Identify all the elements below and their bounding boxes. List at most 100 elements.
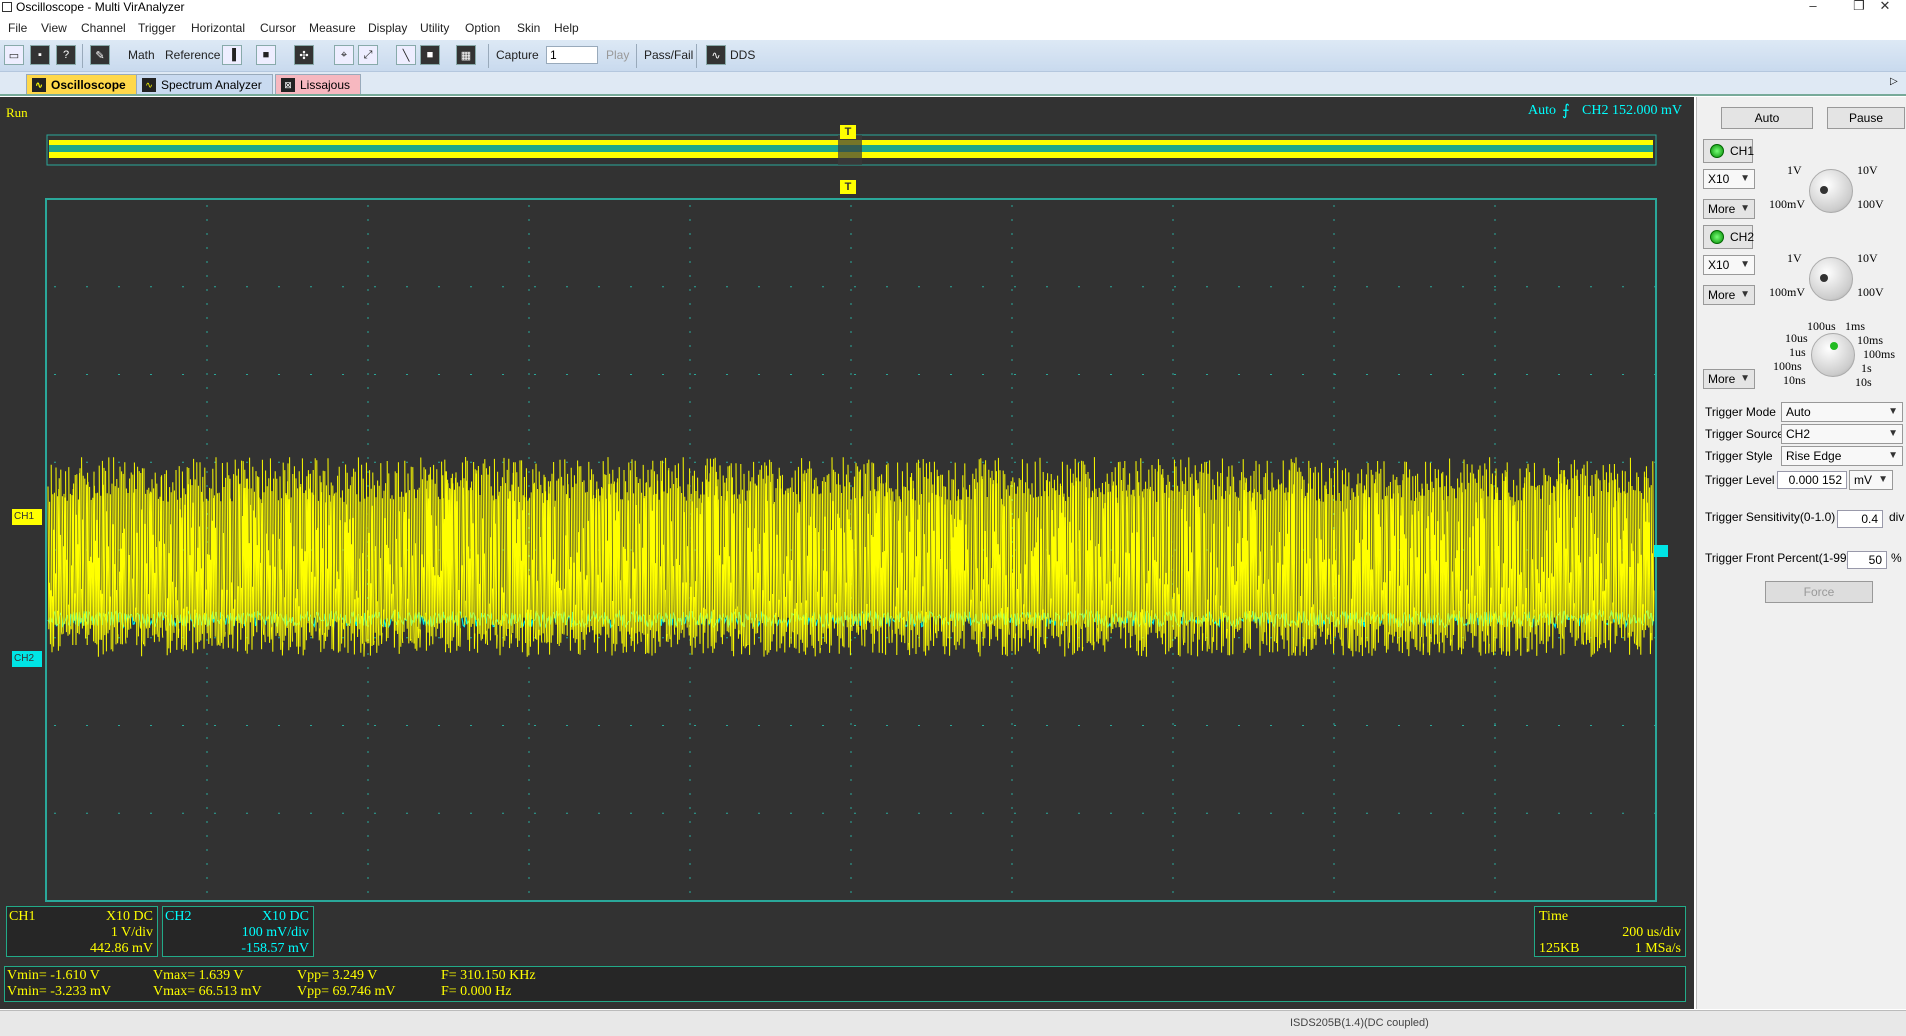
ch1-enable-button[interactable]: CH1 bbox=[1703, 139, 1754, 163]
menu-option[interactable]: Option bbox=[465, 21, 500, 35]
grid-dot bbox=[1622, 461, 1624, 463]
grid-dot bbox=[206, 779, 208, 781]
grid-dot bbox=[790, 374, 792, 375]
time-base-knob[interactable] bbox=[1811, 333, 1855, 377]
ch2-enable-button[interactable]: CH2 bbox=[1703, 225, 1754, 249]
trigger-level-input[interactable]: 0.000 152 bbox=[1777, 471, 1847, 489]
passfail-button[interactable]: Pass/Fail bbox=[644, 48, 693, 62]
trigger-position-marker[interactable]: T bbox=[840, 180, 856, 194]
grid-dot bbox=[1142, 286, 1144, 288]
help-icon[interactable]: ? bbox=[56, 45, 76, 65]
dds-icon[interactable]: ∿ bbox=[706, 45, 726, 65]
line-draw-icon[interactable]: ╲ bbox=[396, 45, 416, 65]
cursor-icon[interactable]: ⌖ bbox=[334, 45, 354, 65]
record-stop-icon[interactable]: ■ bbox=[420, 45, 440, 65]
stop-icon[interactable]: ■ bbox=[256, 45, 276, 65]
auto-button[interactable]: Auto bbox=[1721, 107, 1813, 129]
tab-scroll-right-icon[interactable]: ▷ bbox=[1890, 76, 1898, 87]
ch2-info-probe: X10 DC bbox=[261, 909, 309, 924]
time-more-button[interactable]: More ▼ bbox=[1703, 369, 1755, 389]
trigger-level-marker[interactable] bbox=[1654, 545, 1668, 557]
ch1-more-button[interactable]: More ▼ bbox=[1703, 199, 1755, 219]
reference-button[interactable]: Reference bbox=[165, 48, 220, 62]
menu-skin[interactable]: Skin bbox=[517, 21, 540, 35]
grid-dot bbox=[1494, 457, 1496, 459]
grid-dot bbox=[850, 765, 852, 767]
time-knob-label-1ms: 1ms bbox=[1845, 319, 1866, 333]
menu-trigger[interactable]: Trigger bbox=[138, 21, 176, 35]
pause-button[interactable]: Pause bbox=[1827, 107, 1905, 129]
grid-dot bbox=[1011, 373, 1013, 375]
grid-dot bbox=[1206, 286, 1208, 288]
menu-file[interactable]: File bbox=[8, 21, 27, 35]
dds-button[interactable]: DDS bbox=[730, 48, 755, 62]
single-icon[interactable]: ▐ bbox=[222, 45, 242, 65]
menu-measure[interactable]: Measure bbox=[309, 21, 356, 35]
color-icon[interactable]: ▦ bbox=[456, 45, 476, 65]
minimize-button[interactable]: – bbox=[1790, 0, 1836, 16]
trigger-front-input[interactable]: 50 bbox=[1847, 551, 1887, 569]
time-info-label: Time bbox=[1539, 909, 1569, 924]
tab-spectrum-analyzer[interactable]: ∿ Spectrum Analyzer bbox=[136, 74, 273, 94]
grid-dot bbox=[982, 725, 984, 726]
menu-help[interactable]: Help bbox=[554, 21, 579, 35]
grid-dot bbox=[790, 461, 792, 463]
grid-dot bbox=[1333, 317, 1335, 319]
tab-lissajous[interactable]: ⊠ Lissajous bbox=[275, 74, 362, 94]
menu-channel[interactable]: Channel bbox=[81, 21, 126, 35]
grid-dot bbox=[374, 286, 376, 288]
close-button[interactable]: ✕ bbox=[1862, 0, 1906, 16]
tool-icon[interactable]: ✎ bbox=[90, 45, 110, 65]
grid-dot bbox=[86, 725, 88, 726]
menu-view[interactable]: View bbox=[41, 21, 67, 35]
ch2-volts-knob[interactable] bbox=[1809, 257, 1853, 301]
ch2-probe-select[interactable]: X10 ▼ bbox=[1703, 255, 1755, 275]
tab-oscilloscope[interactable]: ∿ Oscilloscope bbox=[26, 74, 137, 94]
trigger-style-select[interactable]: Rise Edge ▼ bbox=[1781, 446, 1903, 466]
auto-set-icon[interactable]: ✣ bbox=[294, 45, 314, 65]
grid-dot bbox=[1172, 471, 1174, 473]
menu-display[interactable]: Display bbox=[368, 21, 407, 35]
waveform-canvas[interactable] bbox=[0, 97, 1694, 905]
grid-dot bbox=[1558, 374, 1560, 375]
trigger-source-select[interactable]: CH2 ▼ bbox=[1781, 424, 1903, 444]
grid-dot bbox=[1462, 725, 1464, 726]
grid-dot bbox=[367, 779, 369, 781]
play-button[interactable]: Play bbox=[606, 48, 629, 62]
grid-dot bbox=[374, 812, 376, 814]
grid-dot bbox=[758, 374, 760, 375]
grid-dot bbox=[1014, 461, 1016, 463]
menu-cursor[interactable]: Cursor bbox=[260, 21, 296, 35]
ch1-probe-select[interactable]: X10 ▼ bbox=[1703, 169, 1755, 189]
trigger-mode-label: Trigger Mode bbox=[1705, 405, 1776, 419]
ch1-volts-knob[interactable] bbox=[1809, 169, 1853, 213]
zoom-icon[interactable]: ⤢ bbox=[358, 45, 378, 65]
grid-dot bbox=[850, 793, 852, 795]
grid-dot bbox=[1462, 812, 1464, 814]
grid-dot bbox=[1366, 286, 1368, 288]
trigger-mode-select[interactable]: Auto ▼ bbox=[1781, 402, 1903, 422]
grid-dot bbox=[566, 286, 568, 288]
ch2-offset-marker[interactable]: CH2 bbox=[12, 651, 42, 667]
grid-dot bbox=[206, 415, 208, 417]
capture-count-select[interactable]: 1 bbox=[546, 46, 598, 64]
math-button[interactable]: Math bbox=[128, 48, 155, 62]
force-button[interactable]: Force bbox=[1765, 581, 1873, 603]
menu-horizontal[interactable]: Horizontal bbox=[191, 21, 245, 35]
trigger-level-unit-select[interactable]: mV ▼ bbox=[1849, 470, 1893, 490]
menu-utility[interactable]: Utility bbox=[420, 21, 449, 35]
grid-dot bbox=[206, 667, 208, 669]
grid-dot bbox=[950, 725, 952, 726]
trigger-sensitivity-input[interactable]: 0.4 bbox=[1837, 510, 1883, 528]
trigger-sensitivity-label: Trigger Sensitivity(0-1.0) bbox=[1705, 510, 1836, 524]
ch2-more-button[interactable]: More ▼ bbox=[1703, 285, 1755, 305]
grid-dot bbox=[1334, 286, 1336, 288]
grid-dot bbox=[528, 233, 530, 235]
grid-dot bbox=[1011, 737, 1013, 739]
grid-dot bbox=[367, 261, 369, 263]
open-icon[interactable]: ▭ bbox=[4, 45, 24, 65]
ch1-offset-marker[interactable]: CH1 bbox=[12, 509, 42, 525]
grid-dot bbox=[528, 415, 530, 417]
save-icon[interactable]: ▪ bbox=[30, 45, 50, 65]
grid-dot bbox=[528, 387, 530, 389]
